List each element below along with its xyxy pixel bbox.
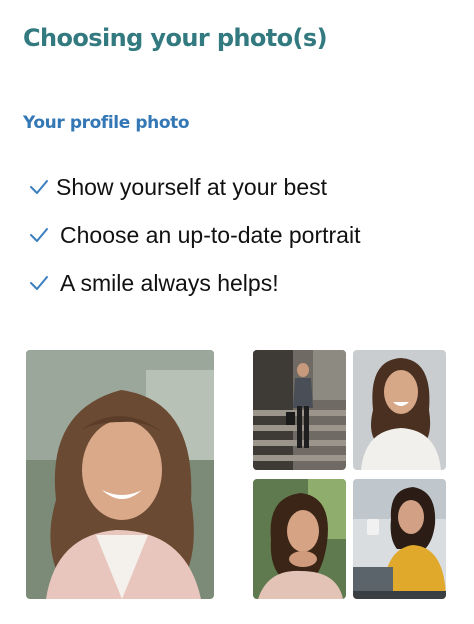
page-title: Choosing your photo(s): [23, 24, 328, 52]
photo-white-jacket: [353, 350, 446, 470]
profile-photo-portrait: [26, 350, 214, 599]
photo-chin-on-hand: [253, 479, 346, 599]
check-icon: [30, 276, 48, 290]
tip-label: Choose an up-to-date portrait: [60, 221, 361, 248]
section-title: Your profile photo: [23, 113, 190, 133]
check-icon: [30, 228, 48, 242]
tip-item: Show yourself at your best: [28, 163, 360, 211]
tip-item: Choose an up-to-date portrait: [28, 211, 360, 259]
tip-label: Show yourself at your best: [56, 173, 328, 200]
photo-on-stairs: [253, 350, 346, 470]
check-icon: [30, 180, 48, 194]
tips-list: Show yourself at your best Choose an up-…: [28, 163, 360, 307]
photo-yellow-sweater: [353, 479, 446, 599]
tip-label: A smile always helps!: [60, 269, 279, 296]
tip-item: A smile always helps!: [28, 259, 360, 307]
